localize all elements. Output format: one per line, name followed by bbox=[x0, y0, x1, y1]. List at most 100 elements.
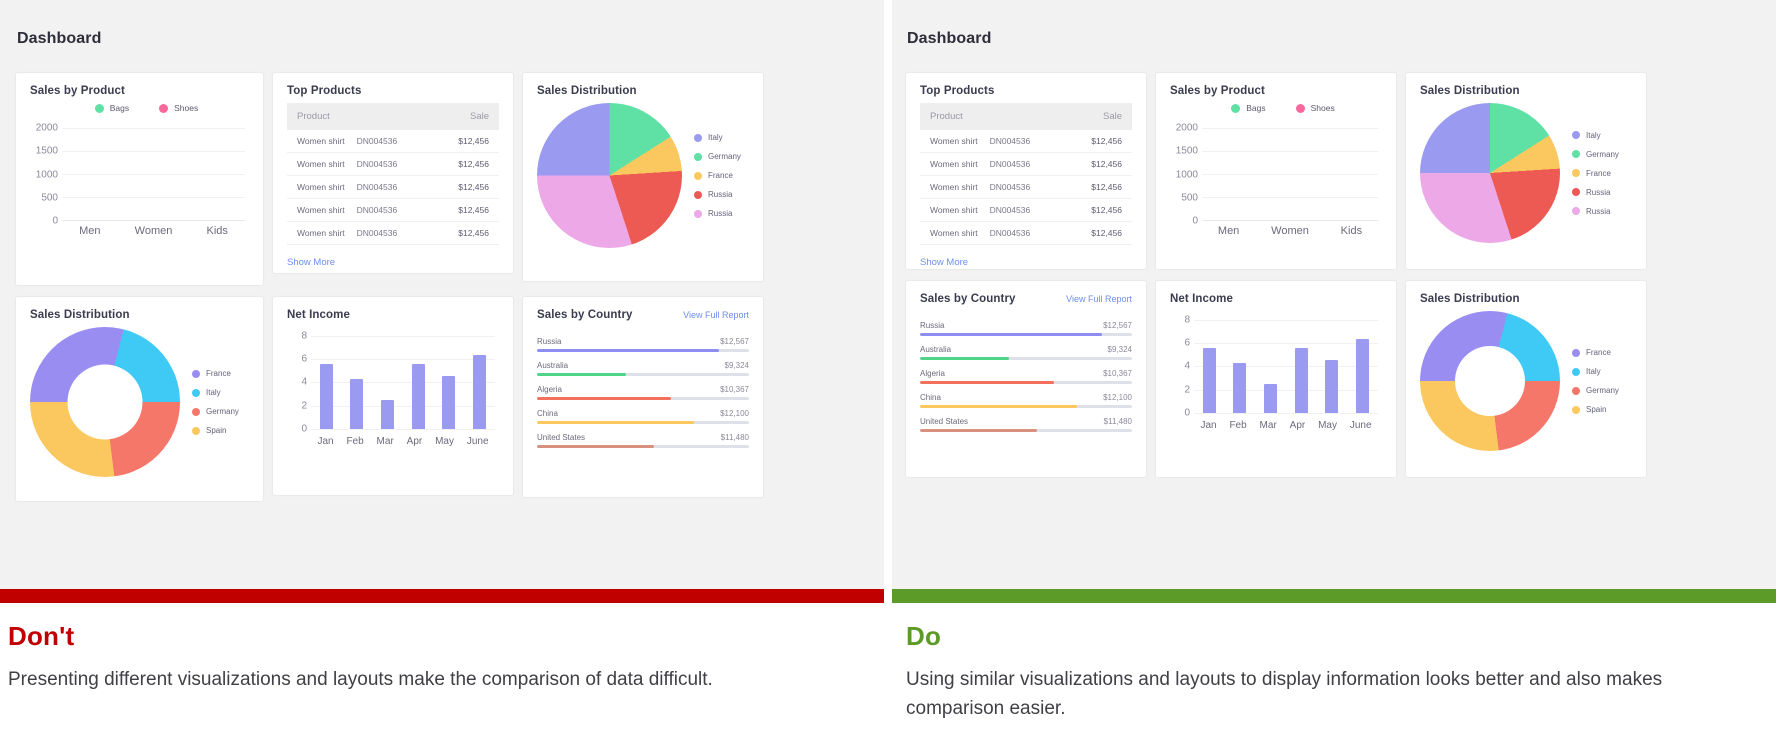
progress-track bbox=[920, 333, 1132, 336]
bar[interactable] bbox=[1203, 348, 1216, 413]
table-row[interactable]: Women shirtDN004536$12,456 bbox=[920, 130, 1132, 153]
country-row-header: Algeria$10,367 bbox=[920, 369, 1132, 378]
legend-item[interactable]: Italy bbox=[1572, 367, 1619, 376]
country-row: Algeria$10,367 bbox=[920, 369, 1132, 384]
country-row: United States$11,480 bbox=[537, 433, 749, 448]
y-axis: 02468 bbox=[1170, 313, 1192, 413]
bar[interactable] bbox=[442, 376, 455, 429]
donut-chart-wrap: France Italy Germany Spain bbox=[30, 327, 249, 477]
y-axis: 0500100015002000 bbox=[30, 119, 60, 221]
bar[interactable] bbox=[350, 379, 363, 429]
y-tick-label: 500 bbox=[1181, 192, 1198, 203]
legend-item[interactable]: Russia bbox=[1572, 188, 1619, 197]
legend-item[interactable]: Italy bbox=[694, 133, 741, 142]
x-tick-label: Mar bbox=[1260, 420, 1277, 431]
pie-holder bbox=[537, 103, 682, 248]
show-more-link[interactable]: Show More bbox=[287, 257, 335, 268]
legend-item[interactable]: Russia bbox=[694, 190, 741, 199]
y-tick-label: 4 bbox=[1184, 361, 1190, 372]
cell-sale: $12,456 bbox=[1069, 153, 1132, 176]
view-full-report-link[interactable]: View Full Report bbox=[683, 310, 749, 320]
table-header-row: Product Sale bbox=[920, 103, 1132, 130]
legend-item-shoes: Shoes bbox=[1296, 103, 1335, 113]
donut-legend: France Italy Germany Spain bbox=[1566, 348, 1619, 414]
table-row[interactable]: Women shirtDN004536$12,456 bbox=[287, 130, 499, 153]
bar[interactable] bbox=[1233, 363, 1246, 413]
show-more-link[interactable]: Show More bbox=[920, 257, 968, 268]
donut-hole bbox=[68, 365, 143, 440]
bar[interactable] bbox=[1264, 384, 1277, 413]
y-tick-label: 500 bbox=[41, 192, 58, 203]
legend-label: France bbox=[1586, 169, 1611, 178]
legend-item[interactable]: Germany bbox=[694, 152, 741, 161]
card-title: Top Products bbox=[287, 85, 499, 97]
legend-label: Russia bbox=[1586, 207, 1610, 216]
legend-item[interactable]: Italy bbox=[1572, 131, 1619, 140]
legend-dot bbox=[694, 153, 702, 161]
pie-slices[interactable] bbox=[1420, 103, 1560, 243]
plot-area bbox=[62, 119, 245, 221]
product-sku: DN004536 bbox=[357, 205, 398, 215]
pie-slices[interactable] bbox=[537, 103, 682, 248]
legend-item[interactable]: France bbox=[1572, 348, 1619, 357]
table-row[interactable]: Women shirtDN004536$12,456 bbox=[287, 199, 499, 222]
bar[interactable] bbox=[320, 364, 333, 429]
top-products-table: Product Sale Women shirtDN004536$12,456W… bbox=[920, 103, 1132, 245]
progress-track bbox=[920, 357, 1132, 360]
panel-divider bbox=[884, 0, 892, 751]
cell-product: Women shirtDN004536 bbox=[920, 176, 1069, 199]
product-sku: DN004536 bbox=[990, 182, 1031, 192]
plot-area bbox=[1202, 119, 1378, 221]
legend-item[interactable]: Italy bbox=[192, 388, 239, 397]
legend-item[interactable]: France bbox=[694, 171, 741, 180]
country-name: Algeria bbox=[537, 385, 562, 394]
y-tick-label: 0 bbox=[1192, 216, 1198, 227]
table-row[interactable]: Women shirtDN004536$12,456 bbox=[920, 176, 1132, 199]
legend-item[interactable]: Germany bbox=[1572, 150, 1619, 159]
bar[interactable] bbox=[1356, 339, 1369, 413]
legend-item[interactable]: France bbox=[1572, 169, 1619, 178]
legend-label: Russia bbox=[1586, 188, 1610, 197]
legend-dot bbox=[1572, 349, 1580, 357]
table-row[interactable]: Women shirtDN004536$12,456 bbox=[287, 222, 499, 245]
legend-label: Italy bbox=[1586, 131, 1601, 140]
legend-item[interactable]: France bbox=[192, 369, 239, 378]
product-name: Women shirt bbox=[930, 159, 978, 169]
table-row[interactable]: Women shirtDN004536$12,456 bbox=[920, 199, 1132, 222]
pie-legend: Italy Germany France Russia Russia bbox=[688, 133, 741, 218]
card-title: Net Income bbox=[287, 309, 499, 321]
country-row: Australia$9,324 bbox=[537, 361, 749, 376]
card-title: Sales by Product bbox=[30, 85, 249, 97]
y-tick-label: 2000 bbox=[36, 123, 58, 134]
x-axis-labels: JanFebMarAprMayJune bbox=[311, 436, 495, 447]
x-tick-label: Kids bbox=[207, 225, 228, 237]
bar[interactable] bbox=[381, 400, 394, 429]
y-tick-label: 1500 bbox=[36, 146, 58, 157]
legend-item[interactable]: Germany bbox=[1572, 386, 1619, 395]
card-net-income: Net Income 02468JanFebMarAprMayJune bbox=[273, 297, 513, 495]
y-tick-label: 6 bbox=[1184, 338, 1190, 349]
bar[interactable] bbox=[473, 355, 486, 429]
legend-item[interactable]: Spain bbox=[192, 426, 239, 435]
card-header: Sales by Country View Full Report bbox=[920, 293, 1132, 311]
legend-item[interactable]: Germany bbox=[192, 407, 239, 416]
card-title: Net Income bbox=[1170, 293, 1382, 305]
cell-sale: $12,456 bbox=[436, 222, 499, 245]
legend-dot bbox=[1572, 368, 1580, 376]
legend-item[interactable]: Spain bbox=[1572, 405, 1619, 414]
bar[interactable] bbox=[1295, 348, 1308, 413]
table-row[interactable]: Women shirtDN004536$12,456 bbox=[287, 153, 499, 176]
legend-item[interactable]: Russia bbox=[694, 209, 741, 218]
legend-label-shoes: Shoes bbox=[1311, 103, 1335, 113]
bar[interactable] bbox=[412, 364, 425, 429]
x-tick-label: Mar bbox=[377, 436, 394, 447]
table-row[interactable]: Women shirtDN004536$12,456 bbox=[287, 176, 499, 199]
legend-item[interactable]: Russia bbox=[1572, 207, 1619, 216]
dashboard-row-1: Sales by Product Bags Shoes 050010001500… bbox=[16, 73, 866, 285]
bar[interactable] bbox=[1325, 360, 1338, 413]
pie-chart-wrap: Italy Germany France Russia Russia bbox=[537, 103, 749, 248]
country-row: United States$11,480 bbox=[920, 417, 1132, 432]
view-full-report-link[interactable]: View Full Report bbox=[1066, 294, 1132, 304]
table-row[interactable]: Women shirtDN004536$12,456 bbox=[920, 153, 1132, 176]
table-row[interactable]: Women shirtDN004536$12,456 bbox=[920, 222, 1132, 245]
